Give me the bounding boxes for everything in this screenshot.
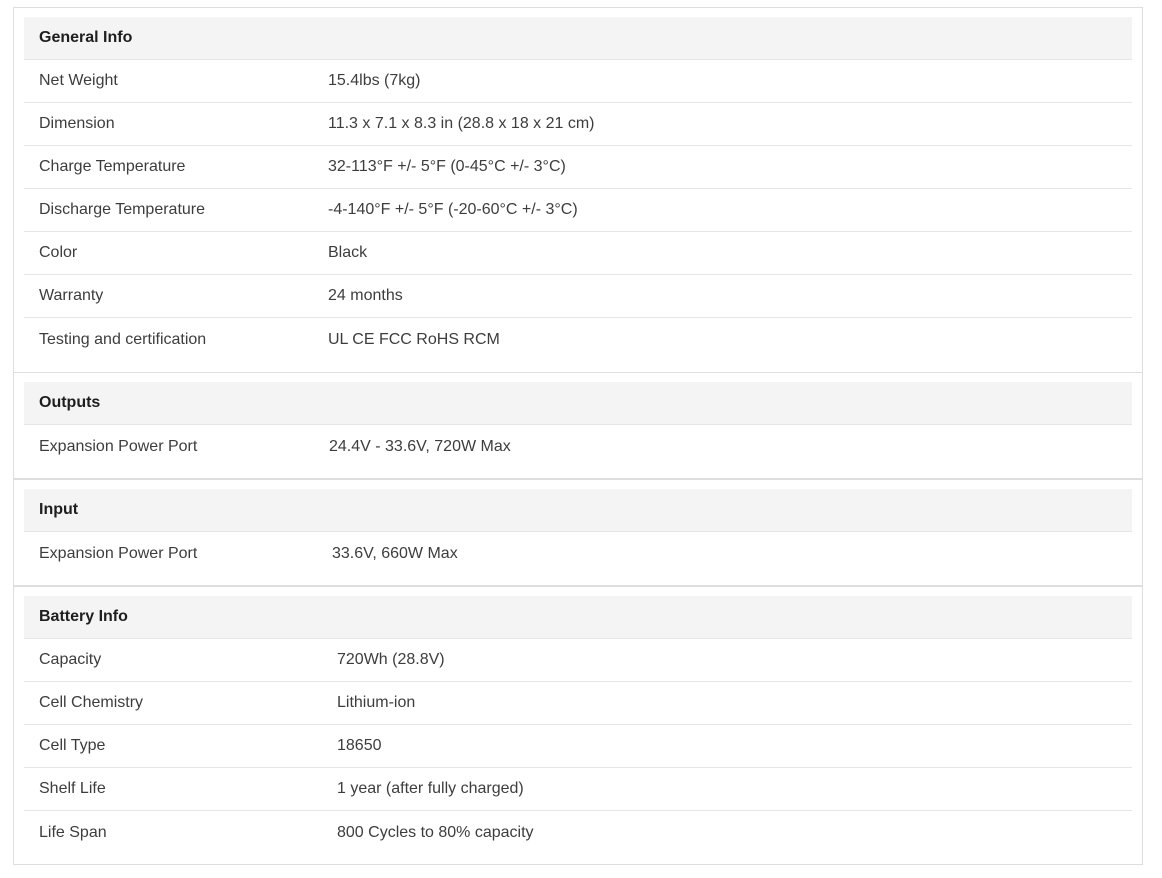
spec-label: Shelf Life <box>39 780 106 797</box>
spec-label: Expansion Power Port <box>39 437 198 455</box>
spec-row: Net Weight 15.4lbs (7kg) <box>24 60 1132 103</box>
spec-label: Color <box>39 244 78 261</box>
spec-value: 11.3 x 7.1 x 8.3 in (28.8 x 18 x 21 cm) <box>328 115 595 132</box>
spec-row: Expansion Power Port 24.4V - 33.6V, 720W… <box>24 425 1132 468</box>
spec-value: 24 months <box>328 287 403 304</box>
spec-label: Discharge Temperature <box>39 201 206 218</box>
spec-value: 33.6V, 660W Max <box>332 544 458 562</box>
spec-label: Testing and certification <box>39 330 207 348</box>
spec-value: -4-140°F +/- 5°F (-20-60°C +/- 3°C) <box>328 201 578 218</box>
spec-row: Shelf Life 1 year (after fully charged) <box>24 768 1132 811</box>
spec-label: Expansion Power Port <box>39 544 198 562</box>
spec-row: Life Span 800 Cycles to 80% capacity <box>24 811 1132 854</box>
spec-row: Discharge Temperature -4-140°F +/- 5°F (… <box>24 189 1132 232</box>
spec-value: 32-113°F +/- 5°F (0-45°C +/- 3°C) <box>328 158 566 175</box>
section-title: Battery Info <box>24 596 1132 639</box>
spec-value: 24.4V - 33.6V, 720W Max <box>329 437 511 455</box>
spec-section-input: Input Expansion Power Port 33.6V, 660W M… <box>13 479 1143 586</box>
spec-value: 1 year (after fully charged) <box>337 780 524 797</box>
spec-row: Dimension 11.3 x 7.1 x 8.3 in (28.8 x 18… <box>24 103 1132 146</box>
spec-row: Color Black <box>24 232 1132 275</box>
spec-value: 18650 <box>337 737 382 754</box>
section-title: Input <box>24 489 1132 532</box>
spec-section-battery-info: Battery Info Capacity 720Wh (28.8V) Cell… <box>13 586 1143 865</box>
spec-label: Warranty <box>39 287 104 304</box>
section-title: General Info <box>24 17 1132 60</box>
spec-label: Life Span <box>39 823 107 841</box>
spec-row: Capacity 720Wh (28.8V) <box>24 639 1132 682</box>
spec-section-outputs: Outputs Expansion Power Port 24.4V - 33.… <box>13 372 1143 479</box>
spec-label: Capacity <box>39 651 102 668</box>
spec-label: Dimension <box>39 115 115 132</box>
spec-row: Testing and certification UL CE FCC RoHS… <box>24 318 1132 361</box>
spec-label: Charge Temperature <box>39 158 186 175</box>
spec-value: UL CE FCC RoHS RCM <box>328 330 500 348</box>
spec-label: Cell Type <box>39 737 106 754</box>
spec-value: Black <box>328 244 368 261</box>
spec-row: Expansion Power Port 33.6V, 660W Max <box>24 532 1132 575</box>
spec-row: Cell Chemistry Lithium-ion <box>24 682 1132 725</box>
spec-section-general-info: General Info Net Weight 15.4lbs (7kg) Di… <box>13 7 1143 373</box>
spec-label: Net Weight <box>39 72 118 89</box>
spec-value: 15.4lbs (7kg) <box>328 72 421 89</box>
spec-label: Cell Chemistry <box>39 694 144 711</box>
spec-value: Lithium-ion <box>337 694 416 711</box>
spec-value: 720Wh (28.8V) <box>337 651 445 668</box>
spec-row: Warranty 24 months <box>24 275 1132 318</box>
spec-value: 800 Cycles to 80% capacity <box>337 823 534 841</box>
spec-row: Cell Type 18650 <box>24 725 1132 768</box>
section-title: Outputs <box>24 382 1132 425</box>
spec-row: Charge Temperature 32-113°F +/- 5°F (0-4… <box>24 146 1132 189</box>
